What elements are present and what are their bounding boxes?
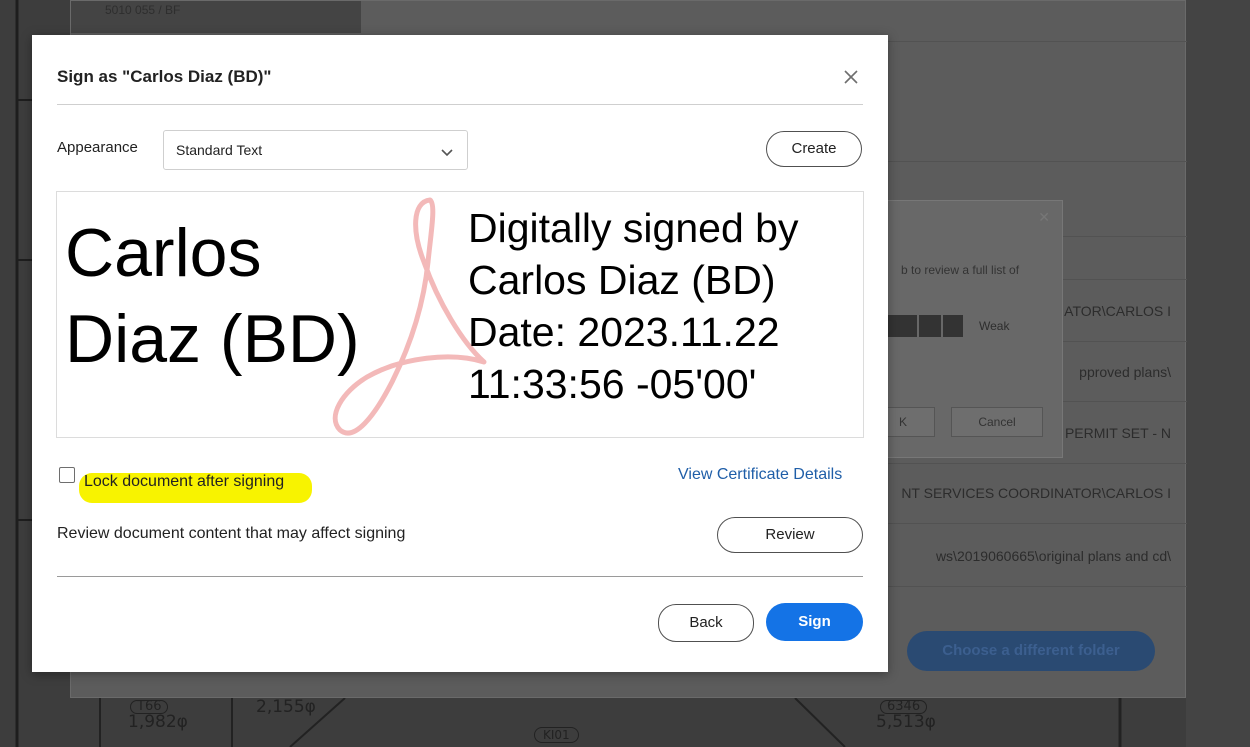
title-divider	[57, 104, 863, 105]
chevron-down-icon	[441, 145, 453, 163]
background-path-text: ATOR\CARLOS I	[1064, 303, 1171, 319]
signature-name-line: Carlos	[65, 215, 262, 291]
drawing-value: 1,982φ	[128, 712, 188, 732]
lock-document-checkbox[interactable]	[59, 467, 75, 483]
background-cancel-button: Cancel	[951, 407, 1043, 437]
signature-detail-line: Carlos Diaz (BD)	[468, 257, 776, 303]
drawing-value: 5,513φ	[876, 712, 936, 732]
background-strength-bar	[881, 315, 963, 337]
dialog-title: Sign as "Carlos Diaz (BD)"	[57, 67, 272, 86]
appearance-value: Standard Text	[176, 142, 263, 158]
drawing-value: 2,155φ	[256, 697, 316, 717]
view-certificate-link[interactable]: View Certificate Details	[678, 466, 842, 484]
sign-button[interactable]: Sign	[766, 603, 863, 641]
background-message: b to review a full list of	[901, 263, 1020, 277]
background-close-icon: ✕	[1038, 209, 1050, 225]
signature-name-line: Diaz (BD)	[65, 301, 360, 377]
background-path-text: ws\2019060665\original plans and cd\	[935, 548, 1171, 564]
drawing-tag: KI01	[534, 727, 579, 743]
signature-detail-line: Digitally signed by	[468, 205, 799, 251]
signature-detail-line: 11:33:56 -05'00'	[468, 361, 757, 407]
signature-details: Digitally signed by Carlos Diaz (BD) Dat…	[468, 202, 798, 410]
background-password-dialog: ✕ b to review a full list of Weak K Canc…	[871, 200, 1063, 458]
background-strength-label: Weak	[979, 319, 1010, 333]
background-choose-folder-button: Choose a different folder	[907, 631, 1155, 671]
review-description: Review document content that may affect …	[57, 525, 406, 542]
signature-detail-line: Date: 2023.11.22	[468, 309, 780, 355]
review-button[interactable]: Review	[717, 517, 863, 553]
background-path-text: PERMIT SET - N	[1064, 425, 1171, 441]
close-icon[interactable]	[840, 67, 862, 89]
back-button[interactable]: Back	[658, 604, 754, 642]
background-path-text: NT SERVICES COORDINATOR\CARLOS I	[901, 485, 1171, 501]
footer-divider	[57, 576, 863, 577]
appearance-select[interactable]: Standard Text	[163, 130, 468, 170]
lock-document-label[interactable]: Lock document after signing	[84, 470, 288, 500]
background-path-text: pproved plans\	[1079, 364, 1171, 380]
background-top-strip: 5010 055 / BF	[71, 1, 361, 33]
sign-dialog: Sign as "Carlos Diaz (BD)" Appearance St…	[32, 35, 888, 672]
signature-preview: Carlos Diaz (BD) Digitally signed by Car…	[56, 191, 864, 438]
background-top-text: 5010 055 / BF	[105, 3, 181, 17]
create-button[interactable]: Create	[766, 131, 862, 167]
signature-name: Carlos Diaz (BD)	[65, 210, 360, 382]
appearance-label: Appearance	[57, 139, 138, 156]
